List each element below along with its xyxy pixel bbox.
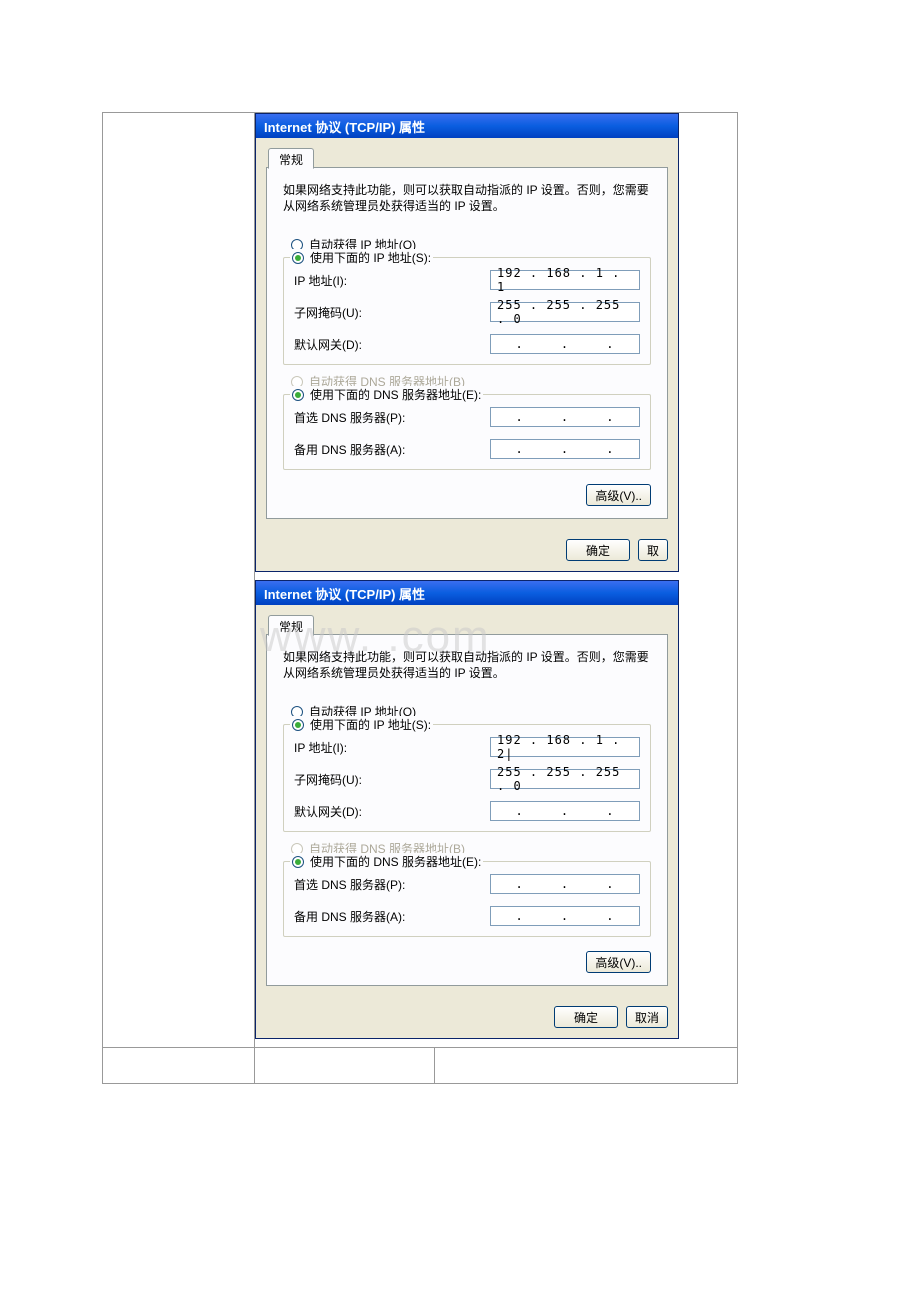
dns2-label: 备用 DNS 服务器(A): bbox=[294, 441, 405, 458]
mask-label: 子网掩码(U): bbox=[294, 304, 362, 321]
dns2-label: 备用 DNS 服务器(A): bbox=[294, 908, 405, 925]
dialog-title: Internet 协议 (TCP/IP) 属性 bbox=[264, 117, 425, 136]
dns-groupbox: 使用下面的 DNS 服务器地址(E): 首选 DNS 服务器(P): ... 备… bbox=[283, 861, 651, 937]
bottom-mid-cell bbox=[255, 1048, 435, 1084]
dns1-input[interactable]: ... bbox=[490, 874, 640, 894]
ip-groupbox: 使用下面的 IP 地址(S): IP 地址(I): 192 . 168 . 1 … bbox=[283, 257, 651, 365]
intro-text: 如果网络支持此功能，则可以获取自动指派的 IP 设置。否则，您需要从网络系统管理… bbox=[283, 649, 651, 681]
radio-label: 使用下面的 DNS 服务器地址(E): bbox=[310, 853, 481, 870]
mask-input[interactable]: 255 . 255 . 255 . 0 bbox=[490, 302, 640, 322]
ip-label: IP 地址(I): bbox=[294, 272, 347, 289]
radio-icon[interactable] bbox=[292, 389, 304, 401]
advanced-button[interactable]: 高级(V).. bbox=[586, 484, 651, 506]
gateway-label: 默认网关(D): bbox=[294, 803, 362, 820]
document-table: Internet 协议 (TCP/IP) 属性 常规 如果网络支持此功能，则可以… bbox=[102, 112, 738, 1084]
radio-label: 使用下面的 IP 地址(S): bbox=[310, 249, 431, 266]
gateway-label: 默认网关(D): bbox=[294, 336, 362, 353]
titlebar[interactable]: Internet 协议 (TCP/IP) 属性 bbox=[256, 114, 678, 138]
tab-general[interactable]: 常规 bbox=[268, 615, 314, 636]
radio-icon[interactable] bbox=[292, 856, 304, 868]
dialog-title: Internet 协议 (TCP/IP) 属性 bbox=[264, 584, 425, 603]
bottom-right-cell bbox=[435, 1048, 738, 1084]
titlebar[interactable]: Internet 协议 (TCP/IP) 属性 bbox=[256, 581, 678, 605]
tab-general[interactable]: 常规 bbox=[268, 148, 314, 169]
radio-label: 使用下面的 IP 地址(S): bbox=[310, 716, 431, 733]
ok-button[interactable]: 确定 bbox=[566, 539, 630, 561]
radio-icon[interactable] bbox=[292, 252, 304, 264]
ip-label: IP 地址(I): bbox=[294, 739, 347, 756]
intro-text: 如果网络支持此功能，则可以获取自动指派的 IP 设置。否则，您需要从网络系统管理… bbox=[283, 182, 651, 214]
dns1-input[interactable]: ... bbox=[490, 407, 640, 427]
ip-input[interactable]: 192 . 168 . 1 . 2| bbox=[490, 737, 640, 757]
gateway-input[interactable]: ... bbox=[490, 334, 640, 354]
tab-strip: 常规 bbox=[266, 613, 668, 635]
tcpip-dialog-2: Internet 协议 (TCP/IP) 属性 常规 如果网络支持此功能，则可以… bbox=[255, 580, 679, 1039]
mask-label: 子网掩码(U): bbox=[294, 771, 362, 788]
dns2-input[interactable]: ... bbox=[490, 906, 640, 926]
tab-strip: 常规 bbox=[266, 146, 668, 168]
tcpip-dialog-1: Internet 协议 (TCP/IP) 属性 常规 如果网络支持此功能，则可以… bbox=[255, 113, 679, 572]
right-content-cell: Internet 协议 (TCP/IP) 属性 常规 如果网络支持此功能，则可以… bbox=[255, 113, 738, 1048]
advanced-button[interactable]: 高级(V).. bbox=[586, 951, 651, 973]
mask-input[interactable]: 255 . 255 . 255 . 0 bbox=[490, 769, 640, 789]
gateway-input[interactable]: ... bbox=[490, 801, 640, 821]
ip-groupbox: 使用下面的 IP 地址(S): IP 地址(I): 192 . 168 . 1 … bbox=[283, 724, 651, 832]
bottom-left-cell bbox=[103, 1048, 255, 1084]
dns1-label: 首选 DNS 服务器(P): bbox=[294, 409, 405, 426]
cancel-button[interactable]: 取消 bbox=[626, 1006, 668, 1028]
ok-button[interactable]: 确定 bbox=[554, 1006, 618, 1028]
cancel-button[interactable]: 取 bbox=[638, 539, 668, 561]
ip-input[interactable]: 192 . 168 . 1 . 1 bbox=[490, 270, 640, 290]
dns-groupbox: 使用下面的 DNS 服务器地址(E): 首选 DNS 服务器(P): ... 备… bbox=[283, 394, 651, 470]
dns2-input[interactable]: ... bbox=[490, 439, 640, 459]
dns1-label: 首选 DNS 服务器(P): bbox=[294, 876, 405, 893]
left-empty-cell bbox=[103, 113, 255, 1048]
radio-label: 使用下面的 DNS 服务器地址(E): bbox=[310, 386, 481, 403]
radio-icon[interactable] bbox=[292, 719, 304, 731]
